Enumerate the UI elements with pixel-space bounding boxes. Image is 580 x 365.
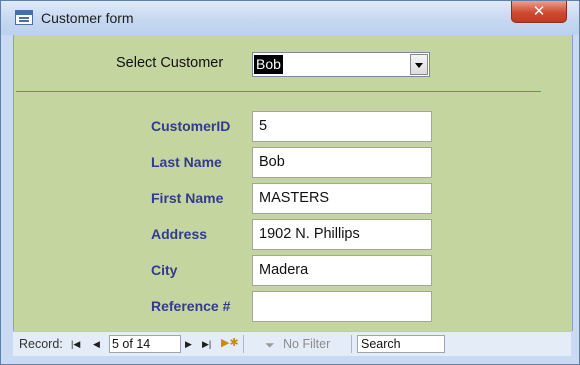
dropdown-button[interactable]	[410, 54, 428, 75]
select-customer-label: Select Customer	[116, 55, 224, 71]
selected-customer-value: Bob	[254, 55, 283, 74]
record-label: Record:	[19, 337, 63, 351]
city-field[interactable]: Madera	[252, 255, 432, 286]
new-record-icon[interactable]: ▶✱	[221, 337, 239, 349]
window-title: Customer form	[41, 10, 134, 26]
divider-line	[16, 91, 541, 92]
chevron-down-icon	[415, 63, 423, 68]
select-customer-combobox[interactable]: Bob	[252, 52, 430, 77]
no-filter-button[interactable]: No Filter	[283, 337, 330, 351]
customerid-label: CustomerID	[151, 118, 231, 134]
customer-form-window: Customer form ✕ Select Customer Bob Cust…	[0, 0, 580, 365]
form-body: Select Customer Bob CustomerID 5 Last Na…	[13, 35, 573, 331]
last-record-icon[interactable]: ▶|	[202, 338, 211, 350]
current-record-field[interactable]: 5 of 14	[109, 335, 181, 353]
title-bar: Customer form ✕	[1, 1, 579, 35]
form-icon	[15, 10, 33, 25]
city-label: City	[151, 262, 178, 278]
next-record-icon[interactable]: ▶	[185, 338, 192, 350]
search-input[interactable]: Search	[357, 335, 445, 353]
first-name-field[interactable]: MASTERS	[252, 183, 432, 214]
filter-icon[interactable]: ⏷	[265, 338, 275, 353]
last-name-label: Last Name	[151, 154, 222, 170]
first-record-icon[interactable]: |◀	[71, 338, 80, 350]
record-navigation-bar: Record: |◀ ◀ 5 of 14 ▶ ▶| ▶✱ ⏷ No Filter…	[13, 331, 571, 356]
address-label: Address	[151, 226, 208, 242]
nav-separator	[243, 335, 244, 353]
customerid-field[interactable]: 5	[252, 111, 432, 142]
nav-separator-2	[351, 335, 352, 353]
previous-record-icon[interactable]: ◀	[93, 338, 100, 350]
first-name-label: First Name	[151, 190, 224, 206]
close-button[interactable]: ✕	[511, 1, 567, 23]
last-name-field[interactable]: Bob	[252, 147, 432, 178]
reference-label: Reference #	[151, 298, 231, 314]
reference-field[interactable]	[252, 291, 432, 322]
address-field[interactable]: 1902 N. Phillips	[252, 219, 432, 250]
